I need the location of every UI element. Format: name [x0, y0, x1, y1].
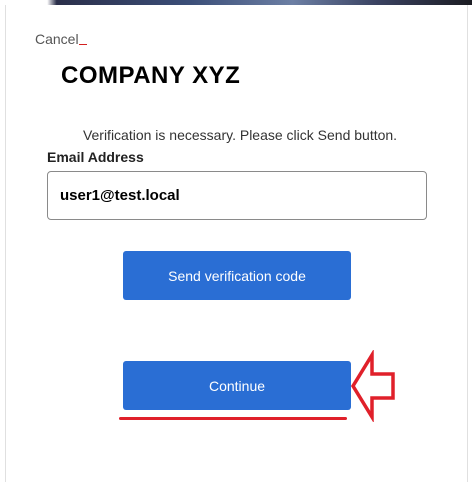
- cancel-link[interactable]: Cancel: [35, 31, 79, 47]
- email-label: Email Address: [47, 149, 144, 165]
- annotation-underline: [119, 417, 347, 420]
- continue-button[interactable]: Continue: [123, 361, 351, 410]
- verification-intro-text: Verification is necessary. Please click …: [82, 127, 398, 143]
- email-field[interactable]: [47, 171, 427, 220]
- page-title: COMPANY XYZ: [61, 62, 241, 89]
- cancel-underline: [79, 44, 87, 45]
- arrow-left-icon: [350, 350, 395, 422]
- send-verification-code-button[interactable]: Send verification code: [123, 251, 351, 300]
